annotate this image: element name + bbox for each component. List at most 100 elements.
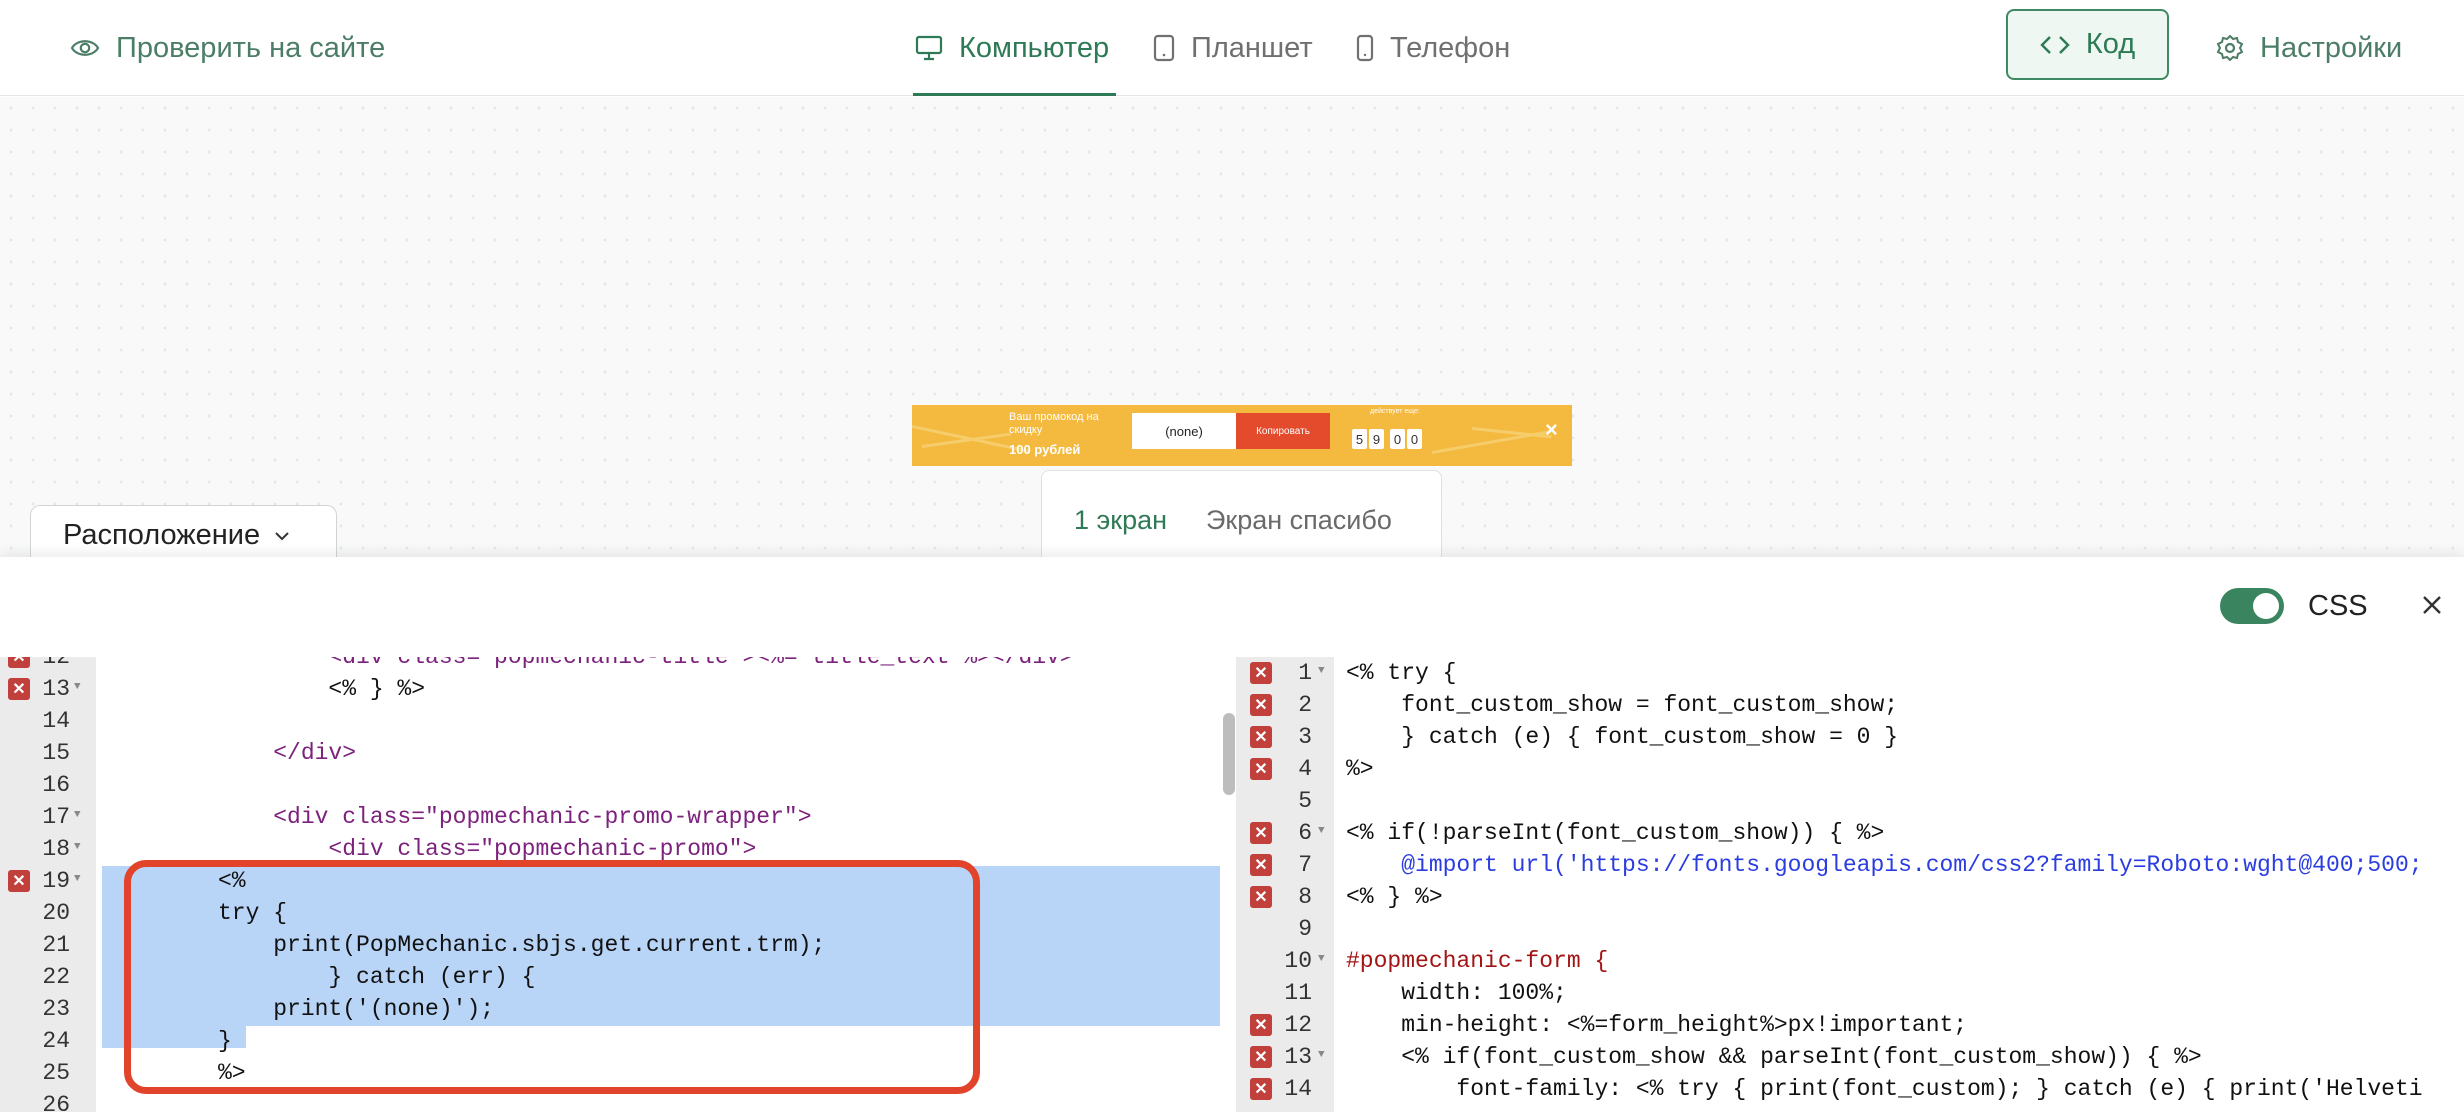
eye-icon	[70, 37, 100, 59]
tablet-icon	[1153, 34, 1175, 62]
gear-icon	[2216, 34, 2244, 62]
banner-promo-line: Ваш промокод на скидку	[1009, 411, 1099, 436]
line-number: 26	[42, 1092, 70, 1112]
annotation-highlight-box	[124, 860, 980, 1094]
code-line[interactable]: <div class="popmechanic-promo-wrapper">	[218, 801, 811, 833]
error-marker-icon[interactable]: ✕	[1250, 1014, 1272, 1036]
html-editor-scrollbar[interactable]	[1223, 713, 1235, 795]
fold-arrow-icon[interactable]: ▼	[1318, 665, 1325, 677]
code-line[interactable]: font_custom_show = font_custom_show;	[1346, 689, 1898, 721]
tab-phone[interactable]: Телефон	[1356, 0, 1510, 96]
monitor-icon	[915, 35, 943, 61]
fold-arrow-icon[interactable]: ▼	[1318, 953, 1325, 965]
line-number: 8	[1298, 884, 1312, 910]
fold-arrow-icon[interactable]: ▼	[74, 809, 81, 821]
line-number: 6	[1298, 820, 1312, 846]
line-number: 11	[1284, 980, 1312, 1006]
code-line[interactable]: #popmechanic-form {	[1346, 945, 1608, 977]
code-button[interactable]: Код	[2006, 9, 2169, 80]
code-line[interactable]: <div class="popmechanic-title"><%= title…	[218, 657, 1073, 673]
code-line[interactable]: <% try {	[1346, 657, 1456, 689]
line-number: 12	[1284, 1012, 1312, 1038]
line-number: 12	[42, 657, 70, 670]
fold-arrow-icon[interactable]: ▼	[1318, 1049, 1325, 1061]
error-marker-icon[interactable]: ✕	[1250, 694, 1272, 716]
check-on-site-link[interactable]: Проверить на сайте	[70, 0, 385, 96]
chevron-down-icon	[274, 531, 290, 541]
banner-promo-code: (none)	[1132, 413, 1236, 449]
fold-arrow-icon[interactable]: ▼	[1318, 825, 1325, 837]
line-number: 25	[42, 1060, 70, 1086]
line-number: 15	[42, 740, 70, 766]
line-number: 10	[1284, 948, 1312, 974]
line-number: 7	[1298, 852, 1312, 878]
error-marker-icon[interactable]: ✕	[1250, 758, 1272, 780]
code-line[interactable]: <% } %>	[218, 673, 425, 705]
banner-promo-text: Ваш промокод на скидку 100 рублей	[1009, 411, 1119, 456]
code-line[interactable]: <% if(font_custom_show && parseInt(font_…	[1346, 1041, 2202, 1073]
banner-timer-digit: 0	[1390, 429, 1405, 449]
error-marker-icon[interactable]: ✕	[1250, 1078, 1272, 1100]
line-number: 19	[42, 868, 70, 894]
line-number: 24	[42, 1028, 70, 1054]
line-number: 13	[42, 676, 70, 702]
layout-dropdown[interactable]: Расположение	[30, 505, 337, 565]
code-line[interactable]: <% if(!parseInt(font_custom_show)) { %>	[1346, 817, 1884, 849]
line-number: 17	[42, 804, 70, 830]
error-marker-icon[interactable]: ✕	[1250, 726, 1272, 748]
code-button-label: Код	[2085, 28, 2136, 60]
tab-tablet-label: Планшет	[1191, 31, 1313, 64]
fold-arrow-icon[interactable]: ▼	[74, 873, 81, 885]
line-number: 16	[42, 772, 70, 798]
tab-desktop-label: Компьютер	[959, 31, 1110, 64]
active-tab-indicator	[913, 93, 1116, 96]
top-toolbar: Проверить на сайте Компьютер Планшет Тел…	[0, 0, 2464, 96]
error-marker-icon[interactable]: ✕	[1250, 822, 1272, 844]
banner-timer-digit: 5	[1352, 429, 1367, 449]
promo-banner-preview[interactable]: Ваш промокод на скидку 100 рублей (none)…	[912, 405, 1572, 466]
screen-tab-first[interactable]: 1 экран	[1074, 505, 1167, 536]
tab-desktop[interactable]: Компьютер	[915, 0, 1109, 96]
code-line[interactable]: </div>	[218, 737, 356, 769]
fold-arrow-icon[interactable]: ▼	[74, 681, 81, 693]
line-number: 5	[1298, 788, 1312, 814]
code-line[interactable]: <% } %>	[1346, 881, 1443, 913]
layout-dropdown-label: Расположение	[63, 519, 261, 551]
line-number: 14	[42, 708, 70, 734]
code-line[interactable]: font-family: <% try { print(font_custom)…	[1346, 1073, 2422, 1105]
code-line[interactable]: @import url('https://fonts.googleapis.co…	[1346, 849, 2422, 881]
tab-phone-label: Телефон	[1390, 31, 1511, 64]
code-line[interactable]: min-height: <%=form_height%>px!important…	[1346, 1009, 1967, 1041]
css-toggle[interactable]	[2220, 588, 2284, 624]
line-number: 23	[42, 996, 70, 1022]
error-marker-icon[interactable]: ✕	[1250, 854, 1272, 876]
banner-copy-button[interactable]: Копировать	[1236, 413, 1330, 449]
banner-close-icon[interactable]: ×	[1545, 417, 1558, 443]
close-icon[interactable]	[2416, 586, 2448, 624]
settings-link[interactable]: Настройки	[2216, 0, 2402, 96]
line-number: 21	[42, 932, 70, 958]
error-marker-icon[interactable]: ✕	[1250, 886, 1272, 908]
css-editor[interactable]: ✕ 1 ▼ <% try {✕ 2 font_custom_show = font_cu…	[1236, 657, 2464, 1112]
banner-timer-digit: 9	[1369, 429, 1384, 449]
code-line[interactable]: %>	[1346, 753, 1374, 785]
line-number: 14	[1284, 1076, 1312, 1102]
error-marker-icon[interactable]: ✕	[1250, 662, 1272, 684]
banner-promo-amount: 100 рублей	[1009, 442, 1081, 457]
banner-timer-digit: 0	[1407, 429, 1422, 449]
banner-timer-label: действует еще:	[1370, 408, 1420, 415]
screen-tab-thanks[interactable]: Экран спасибо	[1206, 505, 1392, 536]
code-line[interactable]: } catch (e) { font_custom_show = 0 }	[1346, 721, 1898, 753]
line-number: 18	[42, 836, 70, 862]
screen-switcher: 1 экран Экран спасибо	[1041, 470, 1442, 562]
code-line[interactable]: width: 100%;	[1346, 977, 1567, 1009]
line-number: 3	[1298, 724, 1312, 750]
error-marker-icon[interactable]: ✕	[1250, 1046, 1272, 1068]
tab-tablet[interactable]: Планшет	[1153, 0, 1313, 96]
line-number: 20	[42, 900, 70, 926]
phone-icon	[1356, 34, 1374, 62]
fold-arrow-icon[interactable]: ▼	[74, 841, 81, 853]
line-number: 13	[1284, 1044, 1312, 1070]
line-number: 9	[1298, 916, 1312, 942]
line-number: 4	[1298, 756, 1312, 782]
